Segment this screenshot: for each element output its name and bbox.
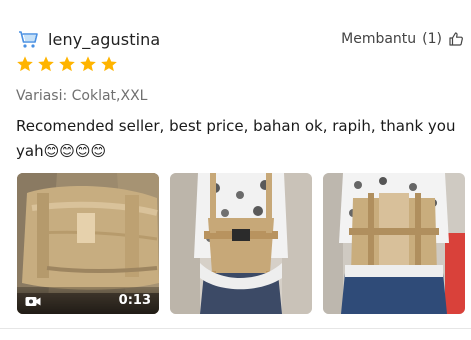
thumbs-up-icon (449, 32, 463, 46)
helpful-button[interactable]: Membantu (1) (341, 31, 464, 47)
review-card: leny_agustina Membantu (1) Variasi: Cokl… (0, 0, 471, 340)
user-avatar[interactable] (16, 27, 40, 51)
star-icon (80, 56, 96, 72)
back-brace-front-photo (170, 173, 312, 314)
star-icon (59, 56, 75, 72)
video-camera-icon (25, 296, 41, 306)
review-video-thumbnail[interactable]: 0:13 (17, 173, 159, 314)
review-comment: Recomended seller, best price, bahan ok,… (16, 117, 456, 160)
star-icon (38, 56, 54, 72)
review-photo-thumbnail[interactable] (323, 173, 465, 314)
review-divider (0, 328, 471, 329)
review-photo-thumbnail[interactable] (170, 173, 312, 314)
variant-text: Variasi: Coklat,XXL (16, 88, 148, 104)
helpful-label: Membantu (341, 31, 417, 47)
reviewer-username: leny_agustina (48, 29, 161, 49)
video-info-bar: 0:13 (17, 287, 159, 314)
rating-stars (16, 55, 118, 73)
back-brace-rear-photo (323, 173, 465, 314)
video-duration: 0:13 (118, 293, 151, 308)
review-media-gallery: 0:13 (17, 173, 465, 314)
star-icon (101, 56, 117, 72)
star-icon (17, 56, 33, 72)
helpful-count: (1) (422, 31, 442, 47)
review-header: leny_agustina Membantu (1) (16, 26, 464, 52)
